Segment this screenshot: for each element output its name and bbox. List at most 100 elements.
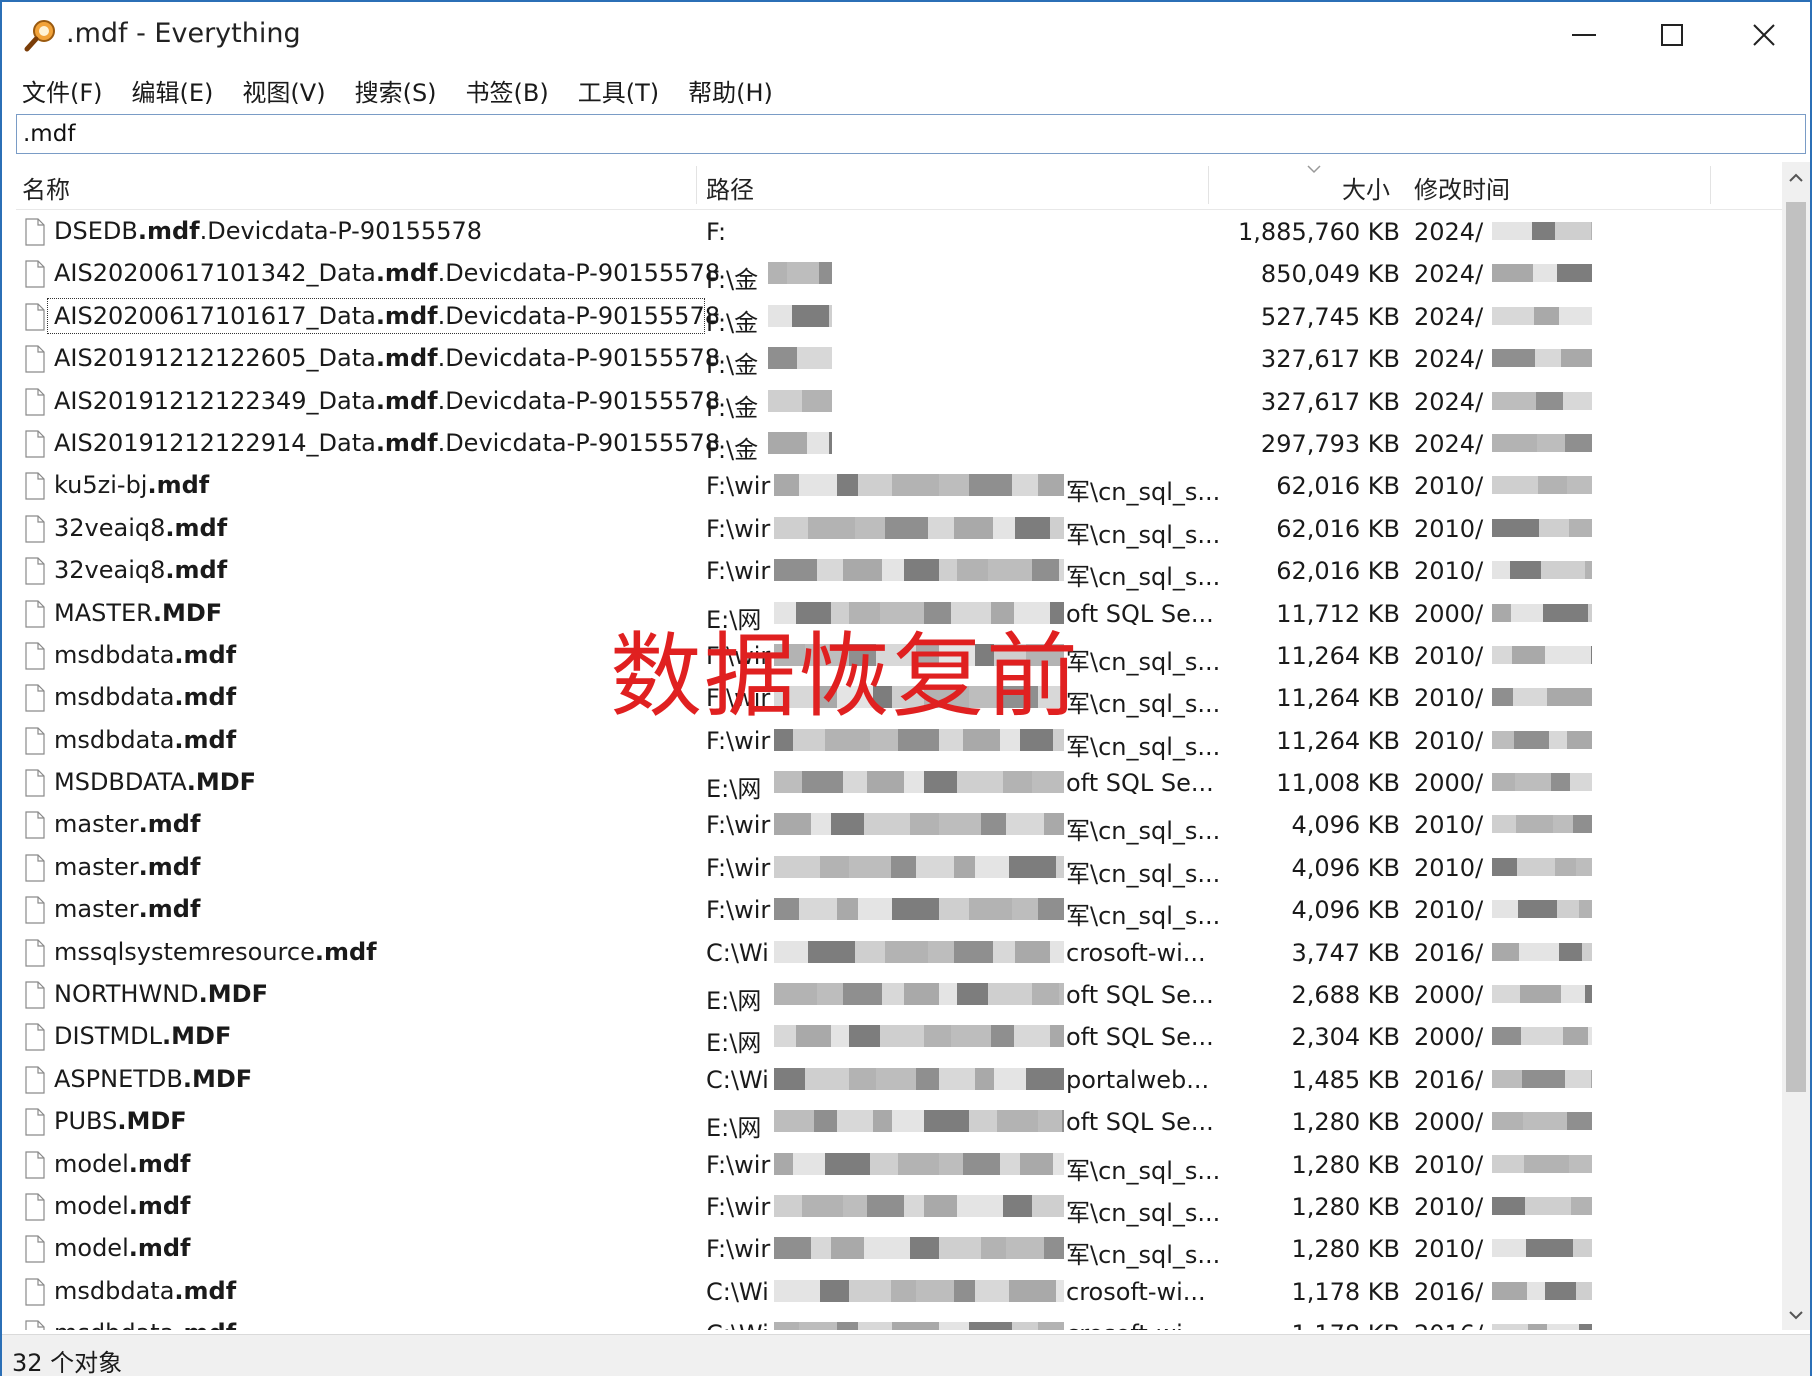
table-row[interactable]: msdbdata.mdf C:\Wi crosoft-wi... 1,178 KB 20…: [16, 1270, 1782, 1312]
file-name-match: .MDF: [152, 598, 223, 627]
file-name-cell[interactable]: msdbdata.mdf: [46, 1272, 706, 1310]
table-row[interactable]: model.mdf F:\wir 军\cn_sql_s... 1,280 KB 2010…: [16, 1185, 1782, 1227]
search-input[interactable]: .mdf: [16, 114, 1806, 154]
file-name-cell[interactable]: model.mdf: [46, 1229, 706, 1267]
close-button[interactable]: [1724, 8, 1804, 62]
menu-search[interactable]: 搜索(S): [355, 73, 437, 108]
file-name-cell[interactable]: master.mdf: [46, 805, 706, 843]
file-name-cell[interactable]: ASPNETDB.MDF: [46, 1060, 706, 1098]
redacted-block: [774, 1237, 811, 1260]
menu-tools[interactable]: 工具(T): [578, 73, 659, 108]
file-name-cell[interactable]: msdbdata.mdf: [46, 1314, 706, 1330]
table-row[interactable]: mssqlsystemresource.mdf C:\Wi crosoft-wi..…: [16, 931, 1782, 973]
file-name-cell[interactable]: NORTHWND.MDF: [46, 975, 706, 1013]
table-row[interactable]: msdbdata.mdf F:\wir 军\cn_sql_s... 11,264 KB…: [16, 634, 1782, 676]
table-row[interactable]: AIS20200617101617_Data.mdf.Devicdata-P-9…: [16, 295, 1782, 337]
table-row[interactable]: DSEDB.mdf.Devicdata-P-90155578 F: 1,885,76…: [16, 210, 1782, 252]
file-name-cell[interactable]: AIS20191212122605_Data.mdf.Devicdata-P-9…: [46, 339, 720, 377]
table-row[interactable]: master.mdf F:\wir 军\cn_sql_s... 4,096 KB 201…: [16, 803, 1782, 845]
table-row[interactable]: master.mdf F:\wir 军\cn_sql_s... 4,096 KB 201…: [16, 846, 1782, 888]
table-row[interactable]: model.mdf F:\wir 军\cn_sql_s... 1,280 KB 2010…: [16, 1143, 1782, 1185]
file-name-cell[interactable]: msdbdata.mdf: [46, 721, 706, 759]
table-row[interactable]: ASPNETDB.MDF C:\Wi portalweb... 1,485 KB 201…: [16, 1058, 1782, 1100]
table-row[interactable]: DISTMDL.MDF E:\网 oft SQL Se... 2,304 KB 2000…: [16, 1015, 1782, 1057]
scroll-down-button[interactable]: [1782, 1300, 1810, 1330]
file-name-cell[interactable]: msdbdata.mdf: [46, 678, 706, 716]
redacted-block: [1561, 349, 1592, 368]
file-name-cell[interactable]: 32veaiq8.mdf: [46, 509, 706, 547]
vertical-scrollbar[interactable]: [1782, 162, 1810, 1330]
file-name-cell[interactable]: model.mdf: [46, 1145, 706, 1183]
redacted-block: [831, 1025, 849, 1048]
column-divider[interactable]: [1710, 166, 1711, 204]
table-row[interactable]: master.mdf F:\wir 军\cn_sql_s... 4,096 KB 201…: [16, 888, 1782, 930]
file-name-cell[interactable]: mssqlsystemresource.mdf: [46, 933, 706, 971]
table-row[interactable]: 32veaiq8.mdf F:\wir 军\cn_sql_s... 62,016 KB…: [16, 507, 1782, 549]
table-row[interactable]: NORTHWND.MDF E:\网 oft SQL Se... 2,688 KB 200…: [16, 973, 1782, 1015]
redacted-block: [924, 771, 957, 794]
file-name-cell[interactable]: master.mdf: [46, 848, 706, 886]
file-name-cell[interactable]: MASTER.MDF: [46, 594, 706, 632]
file-name-cell[interactable]: msdbdata.mdf: [46, 636, 706, 674]
redacted-block: [873, 686, 892, 709]
column-divider[interactable]: [696, 166, 697, 204]
redacted-block: [1576, 1281, 1592, 1300]
table-row[interactable]: 32veaiq8.mdf F:\wir 军\cn_sql_s... 62,016 KB…: [16, 549, 1782, 591]
redacted-block: [849, 1025, 880, 1048]
menu-view[interactable]: 视图(V): [242, 73, 325, 108]
table-row[interactable]: PUBS.MDF E:\网 oft SQL Se... 1,280 KB 2000/: [16, 1100, 1782, 1142]
file-name-cell[interactable]: ku5zi-bj.mdf: [46, 466, 706, 504]
menu-edit[interactable]: 编辑(E): [132, 73, 214, 108]
table-row[interactable]: msdbdata.mdf C:\Wi crosoft-wi... 1,178 KB 20…: [16, 1312, 1782, 1330]
column-name-header[interactable]: 名称: [22, 170, 70, 205]
file-name-cell[interactable]: MSDBDATA.MDF: [46, 763, 706, 801]
redacted-block: [768, 304, 792, 327]
column-modified-header[interactable]: 修改时间: [1414, 170, 1510, 205]
table-row[interactable]: MASTER.MDF E:\网 oft SQL Se... 11,712 KB 2000…: [16, 592, 1782, 634]
file-size: 850,049 KB: [1260, 260, 1400, 289]
results-list[interactable]: 名称 路径 大小 修改时间 DSEDB.mdf.Devicdata-P-9015…: [16, 162, 1782, 1330]
redacted-block: [954, 516, 993, 539]
redacted-block: [994, 643, 1026, 666]
file-path: C:\Wi: [706, 1320, 769, 1330]
title-bar[interactable]: .mdf - Everything: [2, 2, 1810, 68]
file-name-cell[interactable]: DISTMDL.MDF: [46, 1017, 706, 1055]
file-name-cell[interactable]: AIS20200617101617_Data.mdf.Devicdata-P-9…: [46, 297, 720, 335]
table-row[interactable]: model.mdf F:\wir 军\cn_sql_s... 1,280 KB 2010…: [16, 1227, 1782, 1269]
menu-help[interactable]: 帮助(H): [688, 73, 773, 108]
file-name-cell[interactable]: AIS20191212122914_Data.mdf.Devicdata-P-9…: [46, 424, 720, 462]
column-path-header[interactable]: 路径: [706, 170, 754, 205]
file-name-cell[interactable]: AIS20200617101342_Data.mdf.Devicdata-P-9…: [46, 254, 720, 292]
column-divider[interactable]: [1208, 166, 1209, 204]
file-name-suffix: .Devicdata-P-90155578: [199, 217, 482, 245]
table-row[interactable]: MSDBDATA.MDF E:\网 oft SQL Se... 11,008 KB 20…: [16, 761, 1782, 803]
redacted-block: [957, 771, 1003, 794]
table-row[interactable]: msdbdata.mdf F:\wir 军\cn_sql_s... 11,264 KB…: [16, 676, 1782, 718]
file-name-cell[interactable]: PUBS.MDF: [46, 1102, 706, 1140]
column-size-header[interactable]: 大小: [1342, 170, 1390, 205]
file-name-cell[interactable]: model.mdf: [46, 1187, 706, 1225]
table-row[interactable]: AIS20191212122605_Data.mdf.Devicdata-P-9…: [16, 337, 1782, 379]
table-row[interactable]: msdbdata.mdf F:\wir 军\cn_sql_s... 11,264 KB…: [16, 719, 1782, 761]
file-name: master.mdf: [54, 853, 200, 881]
file-name-cell[interactable]: master.mdf: [46, 890, 706, 928]
redacted-block: [774, 940, 808, 963]
redacted-block: [892, 1322, 939, 1330]
file-name-cell[interactable]: DSEDB.mdf.Devicdata-P-90155578: [46, 212, 706, 250]
menu-file[interactable]: 文件(F): [22, 73, 103, 108]
file-path-tail: crosoft-wi...: [1066, 1277, 1206, 1306]
redacted-block: [817, 559, 843, 582]
table-row[interactable]: AIS20191212122914_Data.mdf.Devicdata-P-9…: [16, 422, 1782, 464]
minimize-button[interactable]: [1544, 8, 1624, 62]
scroll-up-button[interactable]: [1782, 162, 1810, 192]
file-name-cell[interactable]: AIS20191212122349_Data.mdf.Devicdata-P-9…: [46, 382, 720, 420]
table-row[interactable]: AIS20191212122349_Data.mdf.Devicdata-P-9…: [16, 380, 1782, 422]
table-row[interactable]: AIS20200617101342_Data.mdf.Devicdata-P-9…: [16, 252, 1782, 294]
maximize-button[interactable]: [1632, 8, 1712, 62]
redacted-block: [864, 1237, 910, 1260]
redacted-block: [957, 559, 988, 582]
menu-bookmarks[interactable]: 书签(B): [466, 73, 549, 108]
table-row[interactable]: ku5zi-bj.mdf F:\wir 军\cn_sql_s... 62,016 KB…: [16, 464, 1782, 506]
scroll-thumb[interactable]: [1786, 202, 1806, 1092]
file-name-cell[interactable]: 32veaiq8.mdf: [46, 551, 706, 589]
